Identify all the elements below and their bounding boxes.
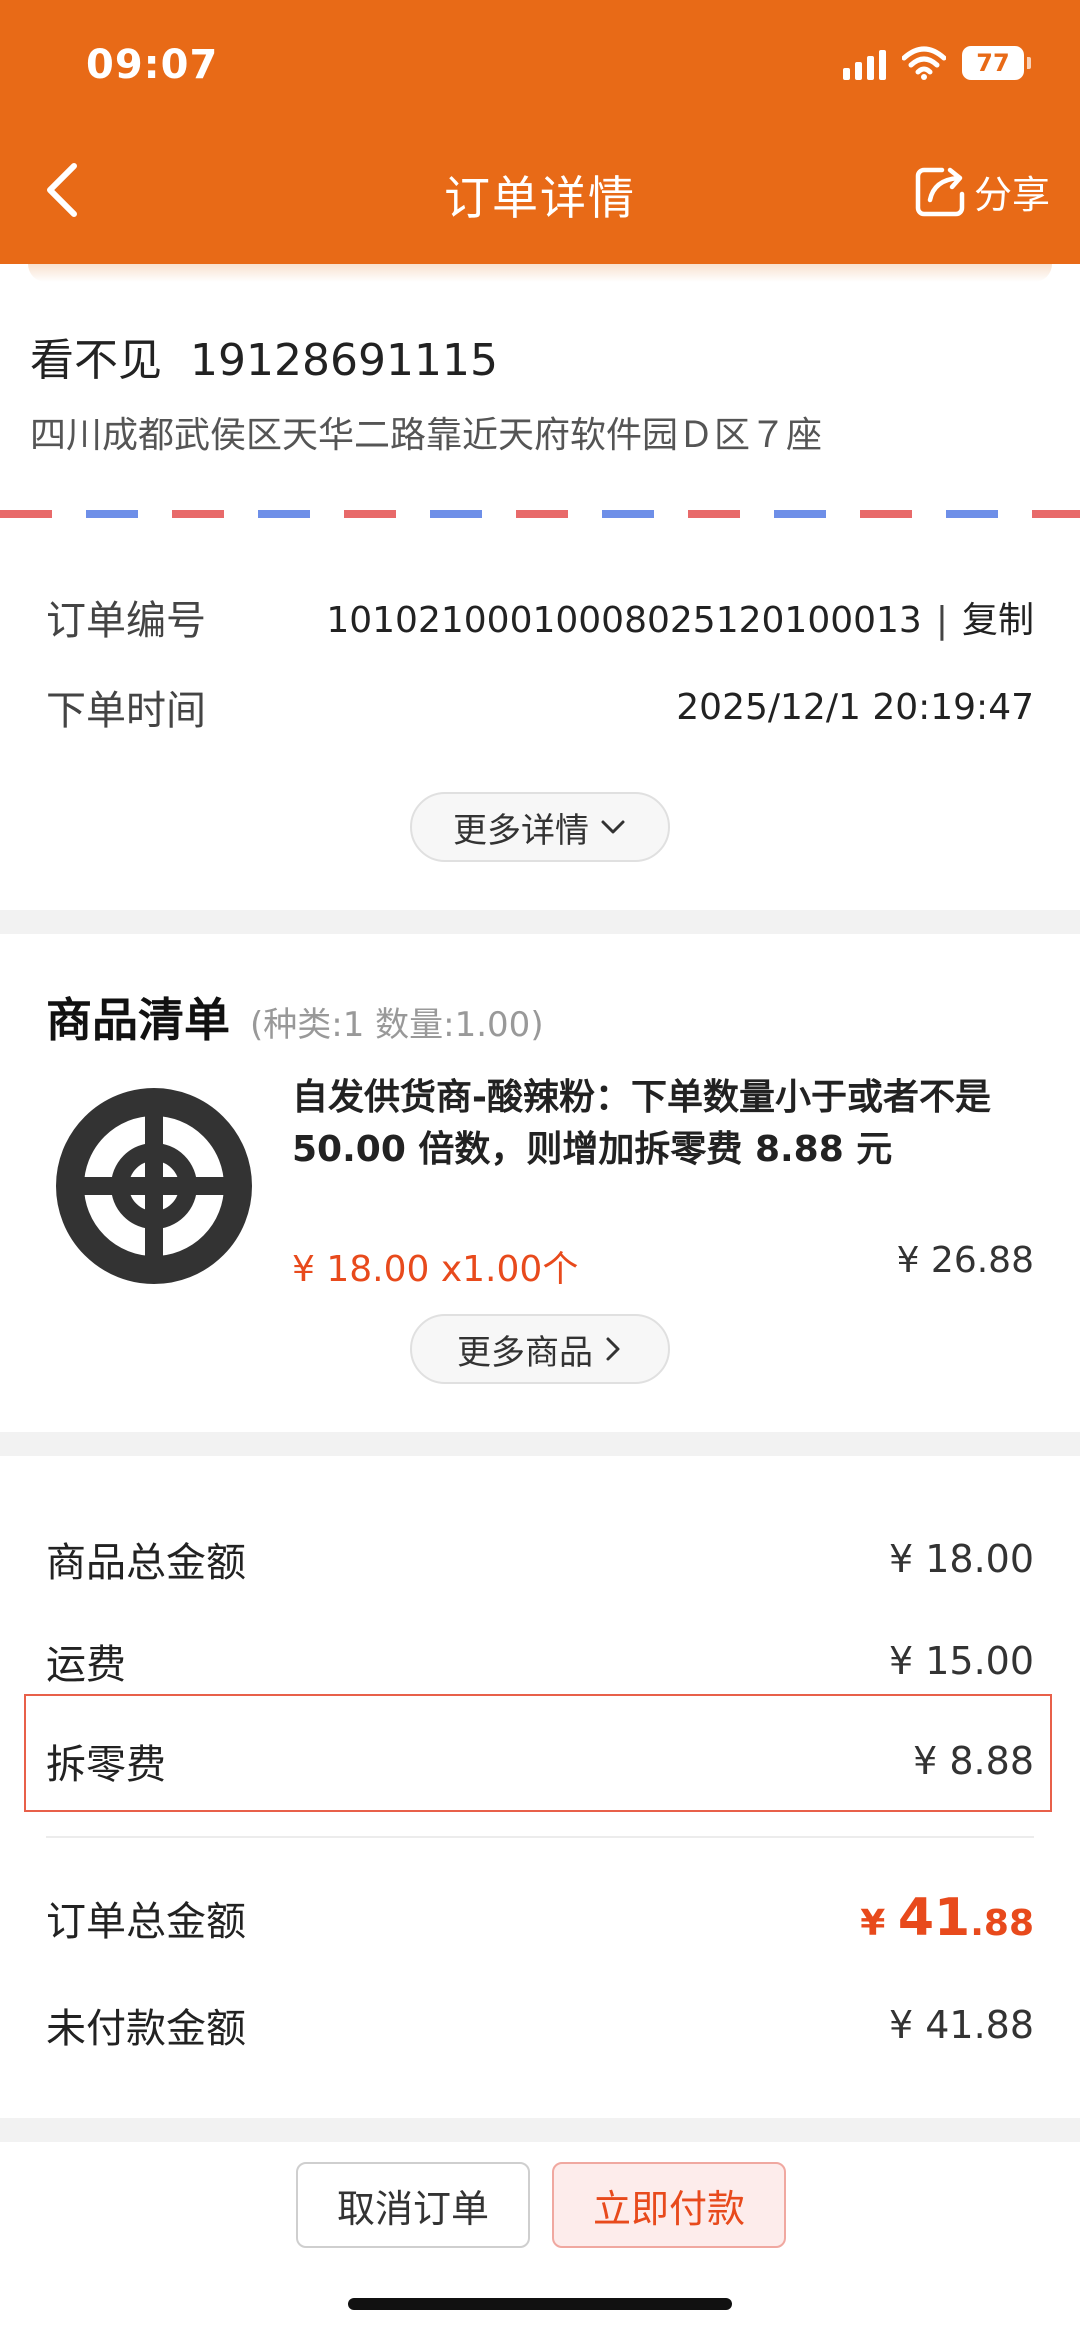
amount-card: 商品总金额 ¥ 18.00 运费 ¥ 15.00 拆零费 ¥ 8.88 订单总金… [0,1456,1080,2118]
status-time: 09:07 [86,42,219,88]
goods-amount-value: ¥ 18.00 [888,1537,1034,1581]
status-icons: 77 [843,46,1031,80]
order-info-card: 订单编号 10102100010008025120100013 | 复制 下单时间 … [0,518,1080,910]
product-list-card: 商品清单 (种类:1 数量:1.00) 自发供货商-酸辣粉：下单数量小于或者不是… [0,934,1080,1432]
product-total: ¥ 26.88 [896,1240,1034,1281]
cellular-signal-icon [843,46,886,80]
product-list-title: 商品清单 [46,993,230,1047]
order-time-row: 下单时间 2025/12/1 20:19:47 [46,678,1034,736]
shipping-label: 运费 [46,1642,126,1688]
order-number-label: 订单编号 [46,598,206,644]
unpaid-label: 未付款金额 [46,2006,246,2052]
more-details-button[interactable]: 更多详情 [410,792,670,862]
wifi-icon [902,46,946,80]
order-total-row: 订单总金额 ¥ 41.88 [46,1888,1034,1948]
order-number-group: 10102100010008025120100013 | 复制 [326,591,1034,643]
more-products-button[interactable]: 更多商品 [410,1314,670,1384]
unpaid-value: ¥ 41.88 [888,2003,1034,2047]
split-fee-row: 拆零费 ¥ 8.88 [46,1732,1034,1790]
currency-symbol: ¥ [860,1903,886,1944]
battery-icon: 77 [962,46,1031,80]
chevron-right-icon [606,1337,620,1361]
divider [46,1836,1034,1838]
address-card[interactable]: 看不见 19128691115 四川成都武侯区天华二路靠近天府软件园Ｄ区７座 [0,264,1080,518]
crosshair-icon[interactable] [52,1084,256,1288]
separator: | [935,600,948,641]
order-time: 2025/12/1 20:19:47 [676,686,1034,728]
split-fee-label: 拆零费 [46,1742,166,1788]
order-number-row: 订单编号 10102100010008025120100013 | 复制 [46,588,1034,646]
share-label: 分享 [973,172,1050,217]
shipping-value: ¥ 15.00 [888,1639,1034,1683]
order-time-label: 下单时间 [46,688,206,734]
unpaid-row: 未付款金额 ¥ 41.88 [46,1996,1034,2054]
recipient-name: 看不见 [30,335,162,386]
product-unit-price: ¥ 18.00 x1.00个 [292,1249,579,1290]
total-integer: 41 [897,1888,971,1948]
copy-button[interactable]: 复制 [962,600,1034,641]
delivery-address: 四川成都武侯区天华二路靠近天府软件园Ｄ区７座 [30,415,823,456]
battery-level: 77 [976,49,1010,77]
contact-line: 看不见 19128691115 [30,324,498,388]
app-header: 09:07 77 订单详情 分享 [0,0,1080,264]
chevron-down-icon [601,820,625,834]
recipient-phone: 19128691115 [190,335,498,386]
more-products-label: 更多商品 [457,1332,593,1373]
order-number: 10102100010008025120100013 [326,600,922,641]
airmail-border [0,510,1080,518]
split-fee-value: ¥ 8.88 [913,1739,1034,1783]
more-details-label: 更多详情 [453,810,589,851]
pay-now-button[interactable]: 立即付款 [552,2162,786,2248]
goods-amount-label: 商品总金额 [46,1540,246,1586]
cancel-order-button[interactable]: 取消订单 [296,2162,530,2248]
shipping-row: 运费 ¥ 15.00 [46,1632,1034,1690]
product-list-header: 商品清单 (种类:1 数量:1.00) [46,984,544,1050]
share-button[interactable]: 分享 [912,162,1050,220]
goods-amount-row: 商品总金额 ¥ 18.00 [46,1530,1034,1588]
card-shadow [28,264,1052,282]
home-indicator[interactable] [348,2298,732,2310]
product-name[interactable]: 自发供货商-酸辣粉：下单数量小于或者不是 50.00 倍数，则增加拆零费 8.8… [292,1072,1040,1176]
total-decimal: .88 [970,1903,1034,1944]
share-icon [915,167,965,217]
product-list-summary: (种类:1 数量:1.00) [250,1005,544,1045]
order-total-label: 订单总金额 [46,1899,246,1945]
order-total-value: ¥ 41.88 [860,1888,1034,1948]
